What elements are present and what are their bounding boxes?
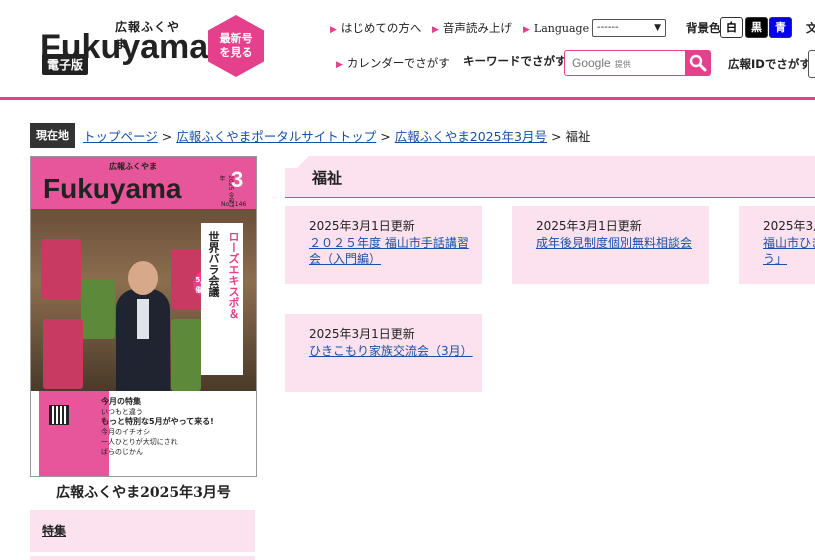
section-header: 福祉	[285, 156, 815, 198]
keyword-search-input[interactable]: Google 提供	[564, 50, 686, 76]
triangle-right-icon: ▶	[330, 25, 337, 35]
language-selected-value: ------	[597, 22, 619, 33]
sidebar-item-feature[interactable]: 特集	[30, 510, 255, 552]
nav-first-time-label: はじめての方へ	[340, 21, 422, 35]
site-header: 広報ふくやま Fukuyama 電子版 最新号 を見る ▶ はじめての方へ ▶ 音声…	[0, 0, 815, 98]
language-label: ▶ Language	[523, 22, 589, 35]
breadcrumb-link-portal[interactable]: 広報ふくやまポータルサイトトップ	[176, 129, 376, 144]
cover-toc-area: 今月の特集 いつもと違う もっと特別な5月がやって来る! 今月のイチオシ 一人ひ…	[31, 391, 256, 476]
cover-toc-line: ばらのじかん	[101, 448, 143, 456]
google-provider-mark: Google 提供	[572, 56, 631, 70]
cover-toc: 今月の特集 いつもと違う もっと特別な5月がやって来る! 今月のイチオシ 一人ひ…	[101, 397, 214, 457]
breadcrumb-tag: 現在地	[30, 123, 75, 148]
cover-toc-line: もっと特別な5月がやって来る!	[101, 417, 214, 426]
cover-issue-month: 3	[231, 167, 244, 192]
triangle-right-icon: ▶	[432, 25, 439, 35]
nav-first-time-link[interactable]: ▶ はじめての方へ	[330, 20, 421, 36]
card-date: 2025年3月1日更新	[309, 327, 415, 341]
cover-plant-block	[81, 279, 115, 339]
triangle-right-icon: ▶	[336, 60, 343, 70]
card-title-link[interactable]: 福山市ひきこもり「ふきのとう」	[763, 235, 815, 267]
search-icon	[689, 54, 707, 72]
bg-color-label: 背景色	[686, 21, 721, 35]
logo-edition-badge: 電子版	[42, 54, 89, 75]
triangle-right-icon: ▶	[523, 25, 530, 35]
chevron-down-icon: ▼	[654, 23, 661, 33]
sidebar-item-label: 特集	[42, 524, 67, 538]
cover-caption: 広報ふくやま2025年3月号	[56, 485, 231, 501]
keyword-search-label: キーワードでさがす	[463, 54, 567, 68]
bg-blue-button[interactable]: 青	[769, 17, 792, 38]
cover-flower-block	[43, 319, 83, 389]
cover-toc-line: 一人ひとりが大切にされ	[101, 438, 178, 446]
google-provider-note: 提供	[614, 60, 631, 69]
cover-flower-block	[41, 239, 81, 299]
breadcrumb-link-issue[interactable]: 広報ふくやま2025年3月号	[395, 129, 547, 144]
nav-read-aloud-link[interactable]: ▶ 音声読み上げ	[432, 20, 512, 36]
article-card[interactable]: 2025年3月1日更新 成年後見制度個別無料相談会	[512, 206, 709, 284]
cover-issue-number: No.1146	[221, 201, 247, 208]
article-card[interactable]: 2025年3月1日更新 福山市ひきこもり「ふきのとう」	[739, 206, 815, 284]
cover-toc-line: 今月のイチオシ	[101, 428, 150, 436]
breadcrumb-separator: >	[551, 129, 562, 144]
nav-read-aloud-label: 音声読み上げ	[442, 21, 512, 35]
search-button[interactable]	[685, 50, 711, 76]
id-search-label: 広報IDでさがす	[728, 57, 811, 71]
cover-toc-band	[39, 391, 109, 476]
cover-toc-heading: 今月の特集	[101, 397, 141, 406]
nav-calendar-link[interactable]: ▶ カレンダーでさがす	[336, 55, 450, 71]
card-title-link[interactable]: ２０２５年度 福山市手話講習会（入門編）	[309, 235, 469, 267]
breadcrumb: トップページ > 広報ふくやまポータルサイトトップ > 広報ふくやま2025年3月号 > 福…	[83, 126, 591, 145]
section-title: 福祉	[312, 169, 343, 187]
breadcrumb-link-top[interactable]: トップページ	[83, 129, 158, 144]
cover-header-band: 広報ふくやま Fukuyama 2025 令和7年 3 No.1146	[31, 157, 256, 209]
qr-code-icon	[49, 405, 69, 425]
cover-person-head	[128, 261, 158, 295]
card-title-link[interactable]: 成年後見制度個別無料相談会	[536, 235, 696, 251]
breadcrumb-current: 福祉	[565, 129, 591, 144]
cover-subtitle: 広報ふくやま	[109, 162, 157, 171]
cover-plant-block	[171, 319, 201, 391]
nav-calendar-label: カレンダーでさがす	[346, 56, 450, 70]
bg-white-button[interactable]: 白	[720, 17, 743, 38]
cover-toc-line: いつもと違う	[101, 408, 143, 416]
header-divider	[0, 97, 815, 100]
issue-cover-image[interactable]: 広報ふくやま Fukuyama 2025 令和7年 3 No.1146 5月 開…	[30, 156, 257, 477]
breadcrumb-separator: >	[380, 129, 391, 144]
card-date: 2025年3月1日更新	[536, 219, 642, 233]
article-card[interactable]: 2025年3月1日更新 ひきこもり家族交流会（3月）	[285, 314, 482, 392]
cover-title: Fukuyama	[43, 173, 182, 204]
card-date: 2025年3月1日更新	[309, 219, 415, 233]
article-card[interactable]: 2025年3月1日更新 ２０２５年度 福山市手話講習会（入門編）	[285, 206, 482, 284]
breadcrumb-separator: >	[161, 129, 173, 144]
language-label-text: Language	[533, 22, 590, 35]
language-select[interactable]: ------ ▼	[592, 19, 666, 37]
bg-black-button[interactable]: 黒	[745, 17, 768, 38]
cover-vertical-headline-2: 世界バラ会議	[201, 223, 223, 375]
sidebar-item-next	[30, 556, 255, 560]
text-size-label: 文	[806, 21, 815, 35]
latest-issue-button[interactable]: 最新号 を見る	[208, 15, 264, 77]
cover-person-shirt	[137, 299, 149, 339]
site-logo[interactable]: 広報ふくやま Fukuyama 電子版	[40, 18, 208, 76]
card-title-link[interactable]: ひきこもり家族交流会（3月）	[309, 343, 473, 359]
latest-issue-label-1: 最新号	[219, 32, 253, 45]
card-date: 2025年3月1日更新	[763, 219, 815, 233]
google-provider-text: Google	[572, 56, 611, 70]
latest-issue-label-2: を見る	[219, 46, 253, 59]
id-search-input[interactable]	[808, 50, 815, 78]
cover-vertical-headline-1: ローズエキスポ＆	[221, 223, 243, 375]
